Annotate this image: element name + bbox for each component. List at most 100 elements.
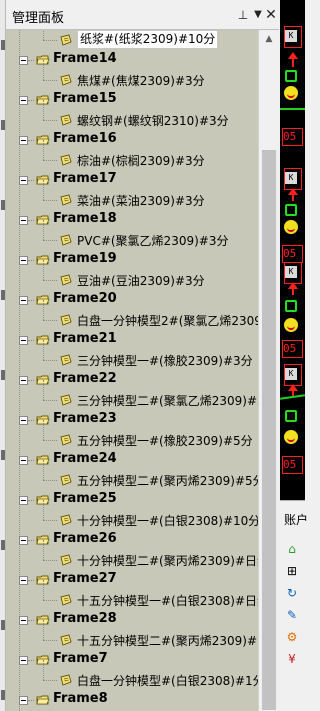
tree-frame-label[interactable]: Frame20 — [53, 291, 117, 306]
tree-leaf-label[interactable]: 十五分钟模型一#(白银2308)#日线 — [77, 592, 258, 609]
edit-icon[interactable]: ✎ — [284, 607, 300, 623]
tree-leaf-row[interactable]: 五分钟模型二#(聚丙烯2309)#5分 — [6, 460, 258, 490]
dock-tab-marker[interactable] — [1, 620, 5, 630]
tree-frame-label[interactable]: Frame26 — [53, 531, 117, 546]
add-icon[interactable]: ⊞ — [284, 563, 300, 579]
tree-leaf-label[interactable]: 十分钟模型一#(白银2308)#10分 — [77, 512, 258, 529]
collapse-toggle-icon[interactable] — [19, 576, 28, 585]
tree-leaf-row[interactable]: 焦煤#(焦煤2309)#3分 — [6, 60, 258, 90]
tree-leaf-row[interactable]: 纸浆#(纸浆2309)#10分 — [6, 30, 258, 50]
collapse-toggle-icon[interactable] — [19, 696, 28, 705]
tree-frame-label[interactable]: Frame15 — [53, 91, 117, 106]
tree-leaf-row[interactable]: 十五分钟模型一#(白银2308)#日线 — [6, 580, 258, 610]
tree-frame-label[interactable]: Frame8 — [53, 691, 108, 706]
tree-leaf-label[interactable]: 螺纹钢#(螺纹钢2310)#3分 — [77, 112, 229, 129]
tree-leaf-label[interactable]: 白盘一分钟模型2#(聚氯乙烯2309)# — [77, 312, 258, 329]
tree-frame-label[interactable]: Frame16 — [53, 131, 117, 146]
tree-frame-label[interactable]: Frame22 — [53, 371, 117, 386]
tree-leaf-row[interactable]: 十五分钟模型二#(聚丙烯2309)#15 — [6, 620, 258, 650]
tree-frame-label[interactable]: Frame19 — [53, 251, 117, 266]
tree-leaf-row[interactable]: 三分钟模型一#(橡胶2309)#3分 — [6, 340, 258, 370]
collapse-toggle-icon[interactable] — [19, 536, 28, 545]
tree-leaf-row[interactable]: 十分钟模型二#(聚丙烯2309)#日线 — [6, 540, 258, 570]
collapse-toggle-icon[interactable] — [19, 616, 28, 625]
collapse-toggle-icon[interactable] — [19, 176, 28, 185]
tree-frame-row[interactable]: Frame8 — [6, 690, 258, 710]
frame-folder-icon — [36, 695, 50, 705]
dock-tab-marker[interactable] — [1, 540, 5, 550]
vertical-scrollbar[interactable]: ▲ — [258, 30, 279, 711]
tree-leaf-label[interactable]: 豆油#(豆油2309)#3分 — [77, 272, 205, 289]
panel-header: 管理面板 ⊥ ▼ ✕ — [6, 0, 279, 30]
refresh-icon[interactable]: ↻ — [284, 585, 300, 601]
tree-frame-label[interactable]: Frame28 — [53, 611, 117, 626]
dock-tab-marker[interactable] — [1, 290, 5, 300]
smiley-icon — [284, 220, 298, 234]
tree-leaf-row[interactable]: 菜油#(菜油2309)#3分 — [6, 180, 258, 210]
close-icon[interactable]: ✕ — [263, 6, 279, 24]
settings-icon[interactable]: ⚙ — [284, 629, 300, 645]
collapse-toggle-icon[interactable] — [19, 96, 28, 105]
chart-strip[interactable]: K 05 K 05 K 05 K 05 — [280, 0, 305, 500]
scrollbar-thumb[interactable] — [262, 150, 276, 710]
lock-icon — [285, 70, 297, 82]
dock-tab-marker[interactable] — [1, 690, 5, 700]
tree-leaf-row[interactable]: 五分钟模型一#(橡胶2309)#5分 — [6, 420, 258, 450]
dock-tab-marker[interactable] — [1, 120, 5, 130]
script-icon — [60, 554, 72, 566]
tree-leaf-row[interactable]: 螺纹钢#(螺纹钢2310)#3分 — [6, 100, 258, 130]
tree-leaf-row[interactable]: 豆油#(豆油2309)#3分 — [6, 260, 258, 290]
scroll-up-arrow-icon[interactable]: ▲ — [259, 30, 279, 48]
collapse-toggle-icon[interactable] — [19, 656, 28, 665]
tree-leaf-row[interactable]: PVC#(聚氯乙烯2309)#3分 — [6, 220, 258, 250]
account-icon[interactable]: ⌂ — [284, 541, 300, 557]
tree-leaf-label[interactable]: 纸浆#(纸浆2309)#10分 — [77, 30, 219, 49]
tree-leaf-label[interactable]: 菜油#(菜油2309)#3分 — [77, 192, 205, 209]
tree-leaf-row[interactable]: 白盘一分钟模型#(白银2308)#1分 — [6, 660, 258, 690]
script-icon — [60, 114, 72, 126]
tree-leaf-row[interactable]: 十分钟模型一#(白银2308)#10分 — [6, 500, 258, 530]
tree-leaf-label[interactable]: 焦煤#(焦煤2309)#3分 — [77, 72, 205, 89]
tree-leaf-label[interactable]: PVC#(聚氯乙烯2309)#3分 — [77, 232, 228, 249]
tree-leaf-label[interactable]: 白盘一分钟模型#(白银2308)#1分 — [77, 672, 258, 689]
collapse-toggle-icon[interactable] — [19, 416, 28, 425]
tree-leaf-row[interactable]: 白盘一分钟模型2#(聚氯乙烯2309)# — [6, 300, 258, 330]
collapse-toggle-icon[interactable] — [19, 256, 28, 265]
tree-leaf-label[interactable]: 十五分钟模型二#(聚丙烯2309)#15 — [77, 632, 258, 649]
tree-leaf-row[interactable]: 棕油#(棕榈2309)#3分 — [6, 140, 258, 170]
collapse-toggle-icon[interactable] — [19, 376, 28, 385]
tree-frame-label[interactable]: Frame18 — [53, 211, 117, 226]
dock-tab-marker[interactable] — [1, 200, 5, 210]
tree-frame-label[interactable]: Frame17 — [53, 171, 117, 186]
collapse-toggle-icon[interactable] — [19, 216, 28, 225]
collapse-toggle-icon[interactable] — [19, 496, 28, 505]
script-icon — [60, 234, 72, 246]
tree-leaf-label[interactable]: 三分钟模型一#(橡胶2309)#3分 — [77, 352, 253, 369]
tree-frame-label[interactable]: Frame21 — [53, 331, 117, 346]
tree-leaf-label[interactable]: 棕油#(棕榈2309)#3分 — [77, 152, 205, 169]
tree-leaf-label[interactable]: 十分钟模型二#(聚丙烯2309)#日线 — [77, 552, 258, 569]
up-arrow-icon — [288, 52, 298, 59]
yen-icon[interactable]: ¥ — [284, 651, 300, 667]
tree-frame-label[interactable]: Frame7 — [53, 651, 108, 666]
frame-tree[interactable]: 纸浆#(纸浆2309)#10分 Frame14 焦煤#(焦煤2309)#3分 Fra… — [6, 30, 258, 711]
tree-leaf-label[interactable]: 五分钟模型一#(橡胶2309)#5分 — [77, 432, 253, 449]
dock-tab-marker[interactable] — [1, 40, 5, 50]
tree-frame-label[interactable]: Frame25 — [53, 491, 117, 506]
tree-leaf-row[interactable]: 三分钟模型二#(聚氯乙烯2309)#3分 — [6, 380, 258, 410]
collapse-toggle-icon[interactable] — [19, 456, 28, 465]
tree-frame-label[interactable]: Frame23 — [53, 411, 117, 426]
collapse-toggle-icon[interactable] — [19, 336, 28, 345]
tree-leaf-label[interactable]: 三分钟模型二#(聚氯乙烯2309)#3分 — [77, 392, 258, 409]
collapse-toggle-icon[interactable] — [19, 56, 28, 65]
lock-icon — [285, 204, 297, 216]
collapse-toggle-icon[interactable] — [19, 296, 28, 305]
tree-frame-label[interactable]: Frame24 — [53, 451, 117, 466]
dock-tab-marker[interactable] — [1, 370, 5, 380]
collapse-toggle-icon[interactable] — [19, 136, 28, 145]
dock-tab-marker[interactable] — [1, 450, 5, 460]
pin-icon[interactable]: ⊥ — [235, 6, 251, 24]
tree-leaf-label[interactable]: 五分钟模型二#(聚丙烯2309)#5分 — [77, 472, 258, 489]
tree-frame-label[interactable]: Frame27 — [53, 571, 117, 586]
tree-frame-label[interactable]: Frame14 — [53, 51, 117, 66]
